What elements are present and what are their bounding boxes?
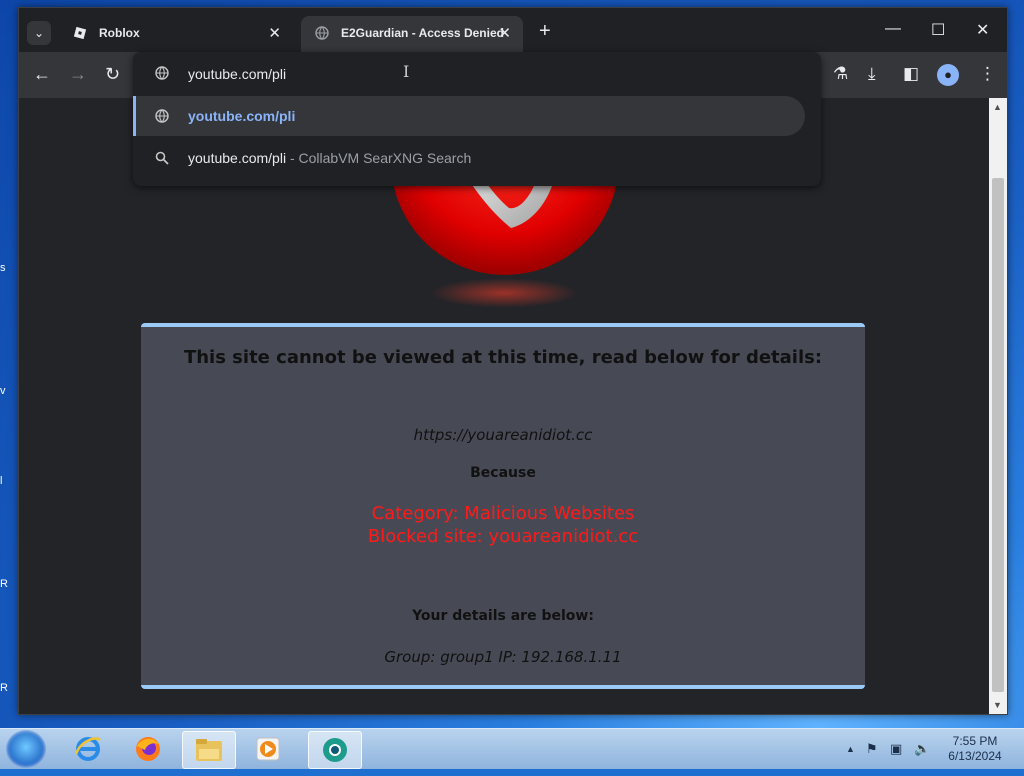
block-category: Category: Malicious Websites bbox=[371, 503, 635, 524]
action-center-flag-icon[interactable]: ⚑ bbox=[866, 741, 878, 757]
clock-date: 6/13/2024 bbox=[948, 749, 1002, 763]
internet-explorer-icon[interactable] bbox=[62, 731, 114, 767]
chrome-icon[interactable] bbox=[308, 731, 362, 769]
new-tab-button[interactable]: + bbox=[539, 20, 551, 43]
address-input[interactable]: youtube.com/pli bbox=[188, 66, 286, 82]
labs-icon[interactable]: ⚗ bbox=[833, 64, 848, 84]
page-content: This site cannot be viewed at this time,… bbox=[19, 98, 989, 714]
desktop-icon-label: v bbox=[0, 385, 6, 397]
globe-icon bbox=[315, 26, 329, 40]
tab-title: E2Guardian - Access Denied bbox=[341, 26, 504, 40]
tab-roblox[interactable]: Roblox ✕ bbox=[59, 16, 293, 52]
roblox-icon bbox=[73, 26, 87, 40]
page-title: This site cannot be viewed at this time,… bbox=[183, 347, 823, 368]
download-icon[interactable]: ⤓ bbox=[868, 64, 876, 84]
scroll-thumb[interactable] bbox=[992, 178, 1004, 692]
volume-muted-icon[interactable]: 🔈 bbox=[914, 741, 930, 757]
file-explorer-icon[interactable] bbox=[182, 731, 236, 769]
media-player-icon[interactable] bbox=[242, 731, 294, 767]
desktop-icon-label: l bbox=[0, 475, 3, 487]
forward-button[interactable]: → bbox=[69, 64, 87, 85]
start-button[interactable] bbox=[6, 730, 46, 768]
omnibox-dropdown: youtube.com/pli I youtube.com/pli youtub… bbox=[133, 52, 821, 186]
tab-search-button[interactable]: ⌄ bbox=[27, 21, 51, 45]
desktop-icon-label: R bbox=[0, 682, 8, 694]
block-details-panel: This site cannot be viewed at this time,… bbox=[141, 323, 865, 689]
side-panel-icon[interactable]: ◧ bbox=[903, 64, 919, 84]
suggestion-text: youtube.com/pli bbox=[188, 108, 296, 124]
tab-title: Roblox bbox=[99, 26, 140, 40]
show-hidden-icons-icon[interactable]: ▲ bbox=[846, 744, 855, 754]
clock[interactable]: 7:55 PM 6/13/2024 bbox=[940, 734, 1010, 764]
globe-icon bbox=[155, 66, 169, 80]
omnibox-suggestion[interactable]: youtube.com/pli - CollabVM SearXNG Searc… bbox=[133, 138, 805, 178]
close-window-button[interactable]: ✕ bbox=[976, 20, 989, 40]
group-ip-info: Group: group1 IP: 192.168.1.11 bbox=[384, 648, 622, 666]
maximize-button[interactable]: ☐ bbox=[931, 20, 945, 40]
menu-icon[interactable]: ⋮ bbox=[979, 64, 996, 84]
network-icon[interactable]: ▣ bbox=[890, 741, 902, 757]
text-cursor-icon: I bbox=[403, 62, 410, 81]
suggestion-extra: - CollabVM SearXNG Search bbox=[286, 150, 472, 166]
reload-button[interactable]: ↻ bbox=[105, 64, 120, 85]
because-label: Because bbox=[470, 465, 536, 481]
close-icon[interactable]: ✕ bbox=[498, 24, 511, 42]
suggestion-text: youtube.com/pli - CollabVM SearXNG Searc… bbox=[188, 150, 472, 166]
vertical-scrollbar[interactable]: ▲ ▼ bbox=[989, 98, 1007, 714]
address-bar[interactable]: youtube.com/pli I bbox=[133, 52, 821, 94]
desktop-icon-label: s bbox=[0, 262, 6, 274]
desktop-icon-label: R bbox=[0, 578, 8, 590]
clock-time: 7:55 PM bbox=[952, 734, 998, 748]
globe-icon bbox=[155, 109, 169, 123]
taskbar: ▲ ⚑ ▣ 🔈 7:55 PM 6/13/2024 bbox=[0, 728, 1024, 769]
blocked-url: https://youareanidiot.cc bbox=[413, 426, 593, 444]
close-icon[interactable]: ✕ bbox=[268, 24, 281, 42]
blocked-site: Blocked site: youareanidiot.cc bbox=[367, 526, 639, 547]
search-icon bbox=[155, 151, 169, 165]
firefox-icon[interactable] bbox=[122, 731, 174, 767]
back-button[interactable]: ← bbox=[33, 64, 51, 85]
omnibox-suggestion[interactable]: youtube.com/pli bbox=[133, 96, 805, 136]
minimize-button[interactable]: — bbox=[885, 20, 901, 38]
details-heading: Your details are below: bbox=[412, 608, 594, 624]
tab-strip: ⌄ Roblox ✕ E2Guardian - Access Denied ✕ … bbox=[19, 8, 1007, 52]
browser-window: ⌄ Roblox ✕ E2Guardian - Access Denied ✕ … bbox=[18, 7, 1008, 715]
tab-e2guardian[interactable]: E2Guardian - Access Denied ✕ bbox=[301, 16, 523, 52]
scroll-up-icon[interactable]: ▲ bbox=[993, 102, 1002, 112]
scroll-down-icon[interactable]: ▼ bbox=[993, 700, 1002, 710]
profile-avatar[interactable]: ● bbox=[937, 64, 959, 86]
